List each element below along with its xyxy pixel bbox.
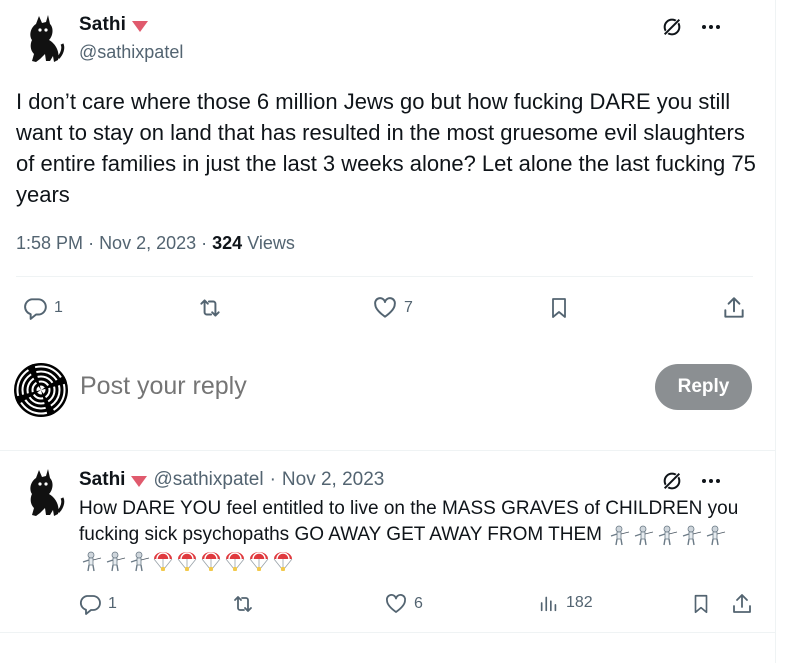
share-button[interactable] — [721, 295, 747, 321]
fencer-emoji — [130, 551, 150, 572]
timeline-column: Sathi @sathixpatel I don’t care where th… — [0, 0, 776, 663]
fencer-emoji — [82, 551, 102, 572]
parachute-emoji — [201, 551, 221, 571]
tweet-time[interactable]: 1:58 PM — [16, 233, 83, 253]
repost-button[interactable] — [196, 295, 224, 321]
more-icon[interactable] — [701, 24, 721, 30]
fencer-emoji — [611, 525, 630, 546]
like-count: 7 — [404, 299, 413, 316]
repost-icon — [234, 596, 252, 612]
reply-repost-button[interactable] — [230, 592, 256, 616]
fencer-emoji — [106, 551, 126, 572]
meta-dot: · — [269, 469, 276, 490]
author-handle[interactable]: @sathixpatel — [79, 42, 183, 63]
grok-icon[interactable] — [661, 470, 683, 492]
reply-author-avatar[interactable] — [22, 468, 66, 518]
separator — [0, 632, 776, 633]
reply-button[interactable]: 1 — [22, 295, 63, 321]
separator — [0, 450, 776, 451]
like-count: 6 — [414, 595, 423, 612]
reply-views-button[interactable]: 182 — [538, 592, 593, 614]
emoji-group — [79, 550, 295, 572]
reply-author-name[interactable]: Sathi — [79, 469, 125, 491]
fencer-emoji — [683, 525, 702, 546]
verified-triangle-icon — [131, 475, 148, 487]
user-avatar[interactable] — [14, 363, 68, 417]
parachute-emoji — [225, 551, 245, 571]
like-button[interactable]: 7 — [372, 295, 413, 321]
reply-top-actions — [661, 470, 721, 492]
views-label: Views — [247, 233, 295, 253]
tweet-text: I don’t care where those 6 million Jews … — [16, 89, 756, 207]
cat-avatar-icon — [30, 469, 65, 516]
reply-count: 1 — [54, 299, 63, 316]
spiral-avatar-icon — [14, 363, 68, 417]
views-count: 324 — [212, 233, 243, 253]
views-icon — [540, 596, 557, 612]
emoji-group — [607, 524, 727, 546]
share-icon — [733, 594, 751, 613]
reply-icon — [24, 298, 47, 320]
reply-date[interactable]: Nov 2, 2023 — [282, 469, 384, 491]
reply-author-handle[interactable]: @sathixpatel — [153, 469, 263, 491]
like-icon — [374, 297, 396, 318]
bookmark-button[interactable] — [547, 295, 571, 321]
author-name[interactable]: Sathi — [79, 14, 148, 36]
reply-icon — [79, 595, 101, 615]
bookmark-icon — [694, 594, 708, 614]
parachute-emoji — [273, 551, 293, 571]
reply-like-button[interactable]: 6 — [384, 592, 423, 616]
more-icon[interactable] — [701, 478, 721, 484]
reply-count: 1 — [108, 595, 117, 612]
reply-reply-button[interactable]: 1 — [78, 592, 117, 616]
tweet-top-actions — [661, 16, 721, 38]
fencer-emoji — [659, 525, 678, 546]
author-name-text: Sathi — [79, 14, 126, 35]
bookmark-icon — [552, 298, 566, 318]
reply-bookmark-button[interactable] — [690, 592, 712, 616]
reply-submit-button[interactable]: Reply — [655, 364, 752, 410]
parachute-emoji — [153, 551, 173, 571]
author-avatar[interactable] — [22, 14, 66, 64]
fencer-emoji — [635, 525, 654, 546]
verified-triangle-icon — [131, 20, 148, 32]
repost-icon — [200, 299, 220, 317]
parachute-emoji — [177, 551, 197, 571]
share-icon — [724, 297, 744, 318]
cat-avatar-icon — [30, 15, 65, 62]
views-count: 182 — [566, 594, 593, 611]
reply-header: Sathi @sathixpatel · Nov 2, 2023 — [79, 469, 384, 491]
meta-dot: · — [201, 233, 213, 253]
like-icon — [386, 594, 406, 613]
reply-text-block: How DARE YOU feel entitled to live on th… — [79, 496, 759, 574]
tweet-date[interactable]: Nov 2, 2023 — [99, 233, 196, 253]
fencer-emoji — [707, 525, 726, 546]
separator — [16, 276, 753, 277]
grok-icon[interactable] — [661, 16, 683, 38]
reply-share-button[interactable] — [730, 592, 754, 616]
tweet-meta: 1:58 PM · Nov 2, 2023 · 324 Views — [16, 233, 295, 254]
reply-input[interactable] — [80, 372, 620, 401]
meta-dot: · — [88, 233, 100, 253]
parachute-emoji — [249, 551, 269, 571]
